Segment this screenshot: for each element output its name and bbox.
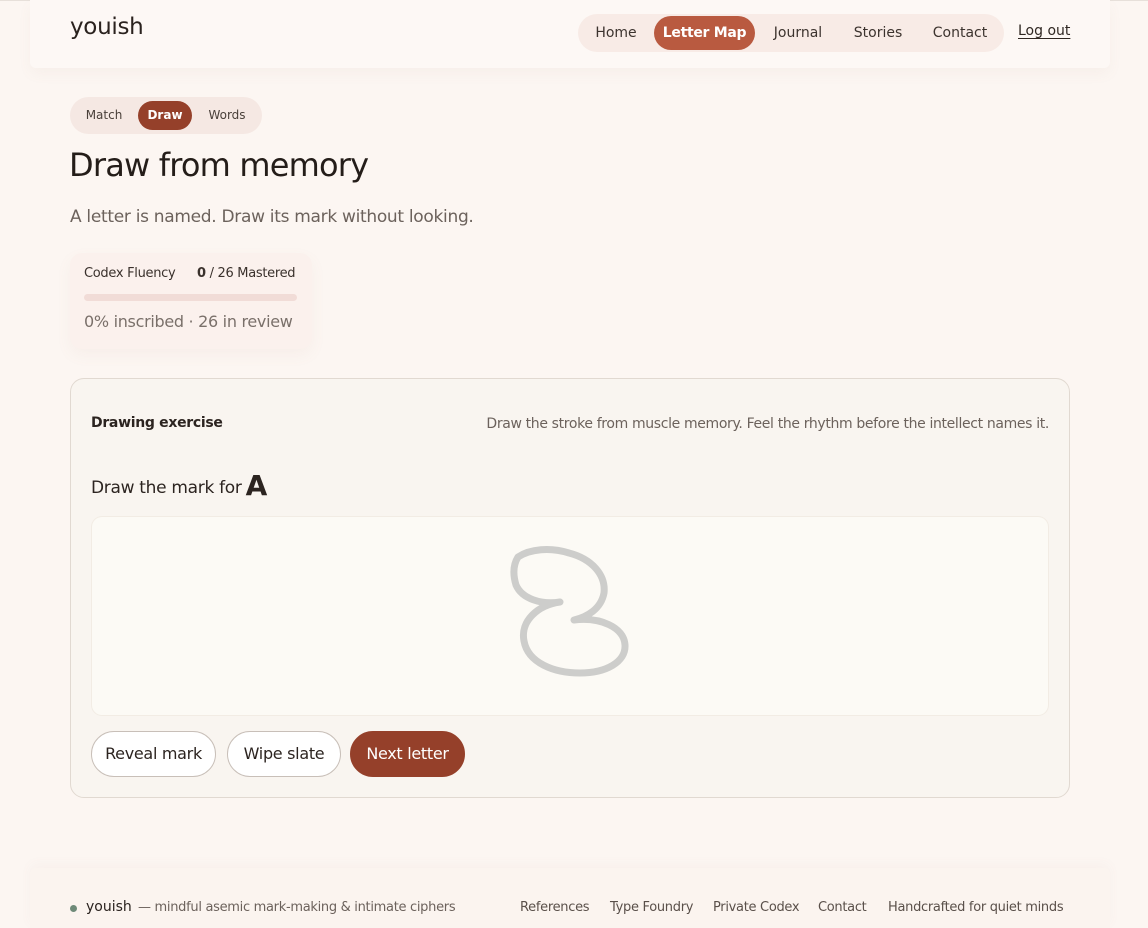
footer-link-private-codex[interactable]: Private Codex [713, 900, 800, 915]
mode-toggle: Match Draw Words [70, 97, 262, 134]
footer-link-type-foundry[interactable]: Type Foundry [610, 900, 693, 915]
footer-brand[interactable]: youish [86, 899, 132, 915]
drawing-exercise-panel: Drawing exercise Draw the stroke from mu… [70, 378, 1070, 798]
mode-tab-words[interactable]: Words [198, 101, 256, 130]
draw-prompt-text: Draw the mark for [91, 478, 242, 498]
nav-item-home[interactable]: Home [586, 16, 646, 50]
logout-link[interactable]: Log out [1018, 23, 1070, 39]
brand-logo[interactable]: youish [70, 14, 144, 40]
wipe-slate-button[interactable]: Wipe slate [227, 731, 341, 777]
exercise-title: Drawing exercise [91, 415, 223, 431]
fluency-mastered: 0 / 26 Mastered [197, 266, 296, 281]
page-title: Draw from memory [69, 146, 369, 184]
footer-tagline: — mindful asemic mark-making & intimate … [138, 900, 456, 915]
reveal-mark-button[interactable]: Reveal mark [91, 731, 216, 777]
footer-link-contact[interactable]: Contact [818, 900, 867, 915]
target-letter: A [245, 469, 268, 502]
mastered-suffix: / 26 Mastered [209, 266, 296, 281]
site-footer: youish — mindful asemic mark-making & in… [30, 868, 1110, 928]
draw-prompt: Draw the mark for A [91, 469, 267, 502]
fluency-progress-bar [84, 294, 297, 301]
nav-item-stories[interactable]: Stories [846, 16, 910, 50]
mode-tab-match[interactable]: Match [76, 101, 132, 130]
main-nav: Home Letter Map Journal Stories Contact [578, 14, 1004, 52]
drawn-stroke [510, 546, 629, 677]
fluency-label: Codex Fluency [84, 266, 176, 281]
mastered-count: 0 [197, 266, 206, 281]
drawing-canvas[interactable] [92, 517, 1048, 715]
site-header: youish Home Letter Map Journal Stories C… [30, 0, 1110, 68]
mode-tab-draw[interactable]: Draw [138, 101, 192, 130]
fluency-stat: 0% inscribed · 26 in review [84, 312, 293, 331]
footer-link-references[interactable]: References [520, 900, 590, 915]
next-letter-button[interactable]: Next letter [350, 731, 465, 777]
footer-dot-icon [70, 905, 77, 912]
footer-link-handcrafted[interactable]: Handcrafted for quiet minds [888, 900, 1064, 915]
nav-item-letter-map[interactable]: Letter Map [654, 16, 755, 50]
exercise-hint: Draw the stroke from muscle memory. Feel… [486, 416, 1049, 432]
nav-item-contact[interactable]: Contact [926, 16, 994, 50]
nav-item-journal[interactable]: Journal [766, 16, 830, 50]
fluency-card: Codex Fluency 0 / 26 Mastered 0% inscrib… [70, 253, 312, 349]
page-subtitle: A letter is named. Draw its mark without… [70, 207, 474, 227]
